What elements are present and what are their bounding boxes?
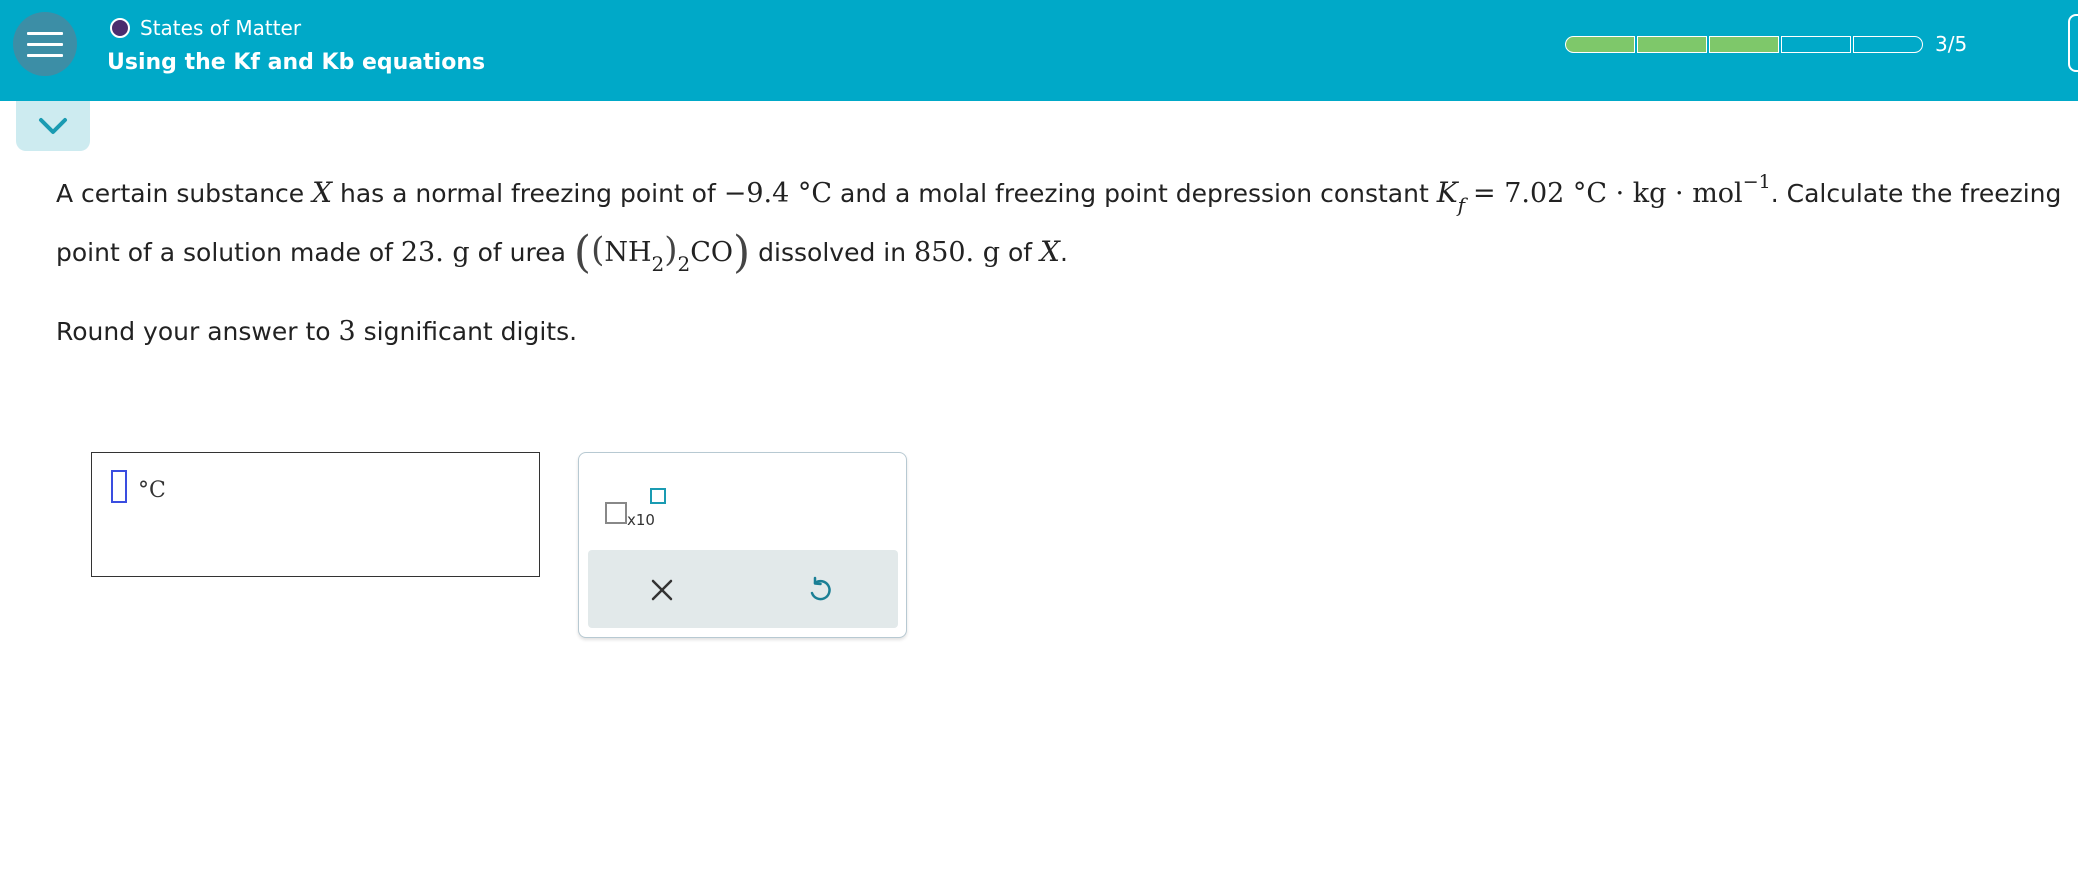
solute-mass: 23. g [400,237,470,268]
lesson-title: Using the Kf and Kb equations [107,50,486,75]
topic-row: States of Matter [110,16,301,40]
math-tools-panel: x10 [578,452,907,638]
problem-statement: A certain substance X has a normal freez… [56,166,2066,281]
topic-dot-icon [110,18,130,38]
undo-icon [810,576,831,601]
kf-value: = 7.02 °C · kg · mol [1473,178,1743,209]
progress-bar [1565,36,1925,53]
answer-entry-slot[interactable] [111,470,127,503]
clear-button[interactable] [640,568,684,612]
tool-action-bar [588,550,898,628]
answer-unit: °C [138,478,166,503]
undo-button[interactable] [798,568,842,612]
progress-segment [1565,36,1635,53]
top-bar: States of Matter Using the Kf and Kb equ… [0,0,2078,101]
rounding-instruction: Round your answer to 3 significant digit… [56,316,578,347]
side-panel-button[interactable] [2068,14,2078,72]
kf-symbol: K [1436,176,1458,209]
exponent-box-icon [650,488,666,504]
topic-label: States of Matter [140,16,302,40]
menu-button[interactable] [13,12,77,76]
answer-input[interactable]: °C [91,452,540,577]
progress-segment [1853,36,1923,53]
base-box-icon [605,502,627,524]
hamburger-menu-icon [27,31,63,35]
problem-line-1: A certain substance X has a normal freez… [56,171,2062,217]
urea-formula: NH [604,237,652,268]
progress-segment [1709,36,1779,53]
progress-count: 3/5 [1935,32,1968,56]
scientific-notation-button[interactable]: x10 [605,480,677,529]
chevron-down-icon [39,118,67,134]
progress-segment [1637,36,1707,53]
close-x-icon [651,579,673,601]
freezing-point-value: −9.4 °C [723,178,833,209]
collapse-toggle[interactable] [16,101,90,151]
x10-label: x10 [627,511,655,529]
progress-segment [1781,36,1851,53]
solvent-mass: 850. g [914,237,1000,268]
problem-line-2: point of a solution made of 23. g of ure… [56,227,1068,278]
var-x: X [312,176,333,209]
